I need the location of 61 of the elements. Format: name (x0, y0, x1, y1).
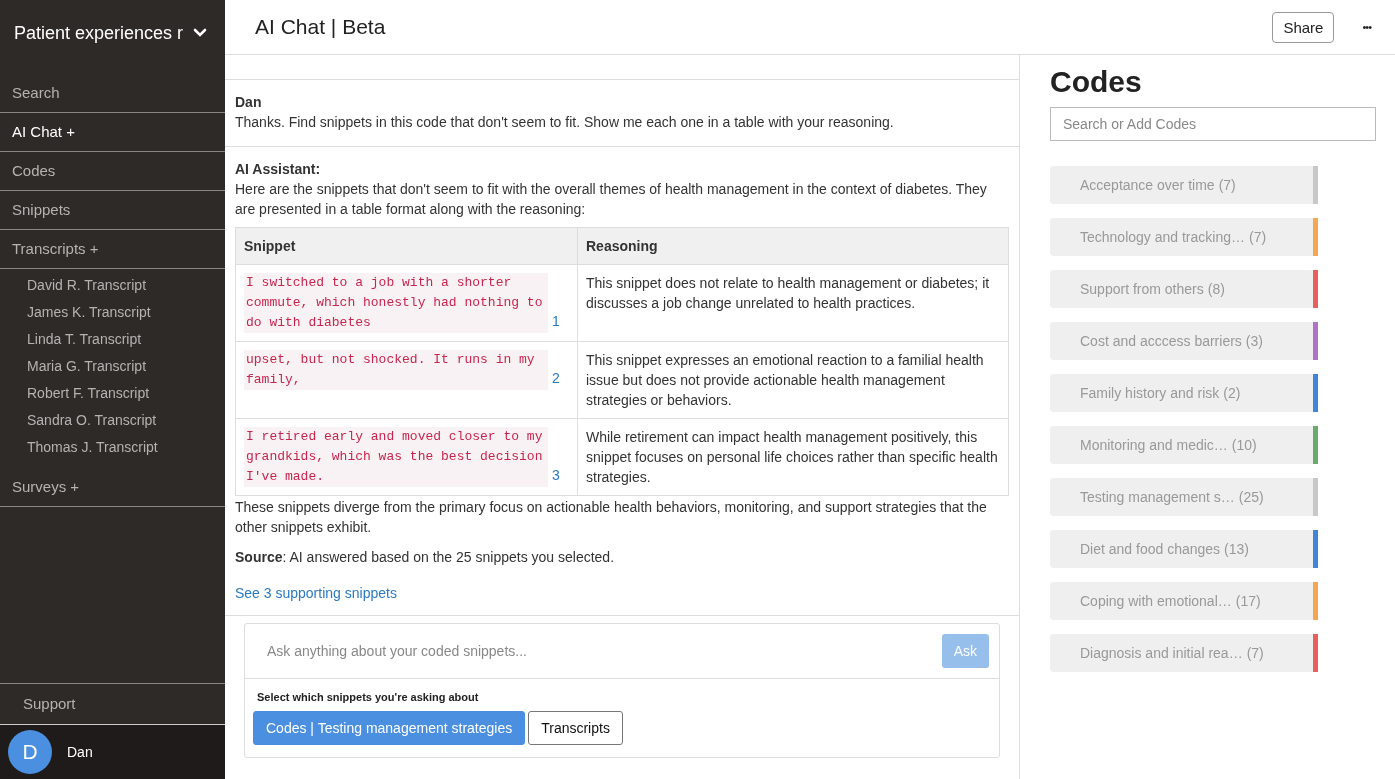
scope-button[interactable]: Transcripts (528, 711, 623, 745)
code-count: (25) (1238, 489, 1265, 505)
message-text: Thanks. Find snippets in this code that don't seem to fit. Show me each one in a table with your reasoning. (235, 113, 895, 132)
panel-title: Codes (1050, 65, 1143, 99)
source-note: Source: AI answered based on the 25 snippets you selected. (235, 548, 616, 567)
user-name: Dan (67, 744, 93, 760)
chevron-down-icon (193, 28, 207, 38)
code-search-field[interactable]: Search or Add Codes (1050, 107, 1376, 141)
page-title: AI Chat | Beta (255, 15, 387, 39)
citation-link[interactable]: 2 (551, 370, 560, 386)
code-label: Cost and acccess barriers (1080, 333, 1242, 349)
nav-item[interactable]: Snippets (0, 191, 225, 230)
reasoning-text: This snippet expresses an emotional reaction to a familial health issue but does not provide actionable health management strategies or behaviors. (586, 352, 984, 408)
message-author: Dan (235, 93, 263, 112)
nav-item[interactable]: Surveys + (0, 468, 225, 507)
supporting-snippets-link[interactable]: See 3 supporting snippets (235, 585, 397, 601)
code-label: Coping with emotional… (1080, 593, 1232, 609)
code-count: (10) (1231, 437, 1258, 453)
transcript-item[interactable]: Thomas J. Transcript (0, 434, 225, 461)
code-label: Testing management s… (1080, 489, 1235, 505)
snippet-quote: I switched to a job with a shorter commute, which honestly had nothing to do with diabetes (244, 273, 548, 333)
share-button[interactable]: Share (1272, 11, 1335, 43)
transcript-item[interactable]: Maria G. Transcript (0, 353, 225, 380)
message-author: AI Assistant: (235, 160, 322, 179)
code-label: Diet and food changes (1080, 541, 1221, 557)
transcript-item[interactable]: Robert F. Transcript (0, 380, 225, 407)
column-header: Reasoning (577, 227, 1009, 265)
citation-link[interactable]: 3 (551, 467, 560, 483)
nav-item[interactable]: Search (0, 74, 225, 113)
transcript-item[interactable]: David R. Transcript (0, 272, 225, 299)
message-text: Here are the snippets that don't seem to fit with the overall themes of health management in the context of diabetes. They are presented in a table format along with the reasoning: (235, 180, 988, 219)
reasoning-text: This snippet does not relate to health management or diabetes; it discusses a job change unrelated to health practices. (586, 275, 990, 311)
project-switcher[interactable]: Patient experiences r (0, 0, 225, 66)
code-count: (7) (1249, 229, 1268, 245)
transcript-item[interactable]: Linda T. Transcript (0, 326, 225, 353)
transcript-item[interactable]: James K. Transcript (0, 299, 225, 326)
code-label: Technology and tracking… (1080, 229, 1245, 245)
message-text: These snippets diverge from the primary focus on actionable health behaviors, monitoring, and support strategies that the other snippets exhibit. (235, 498, 988, 537)
code-count: (7) (1246, 645, 1265, 661)
code-count: (7) (1218, 177, 1237, 193)
reasoning-text: While retirement can impact health management positively, this snippet focuses on personal life choices rather than specific health strategies. (586, 429, 998, 485)
code-count: (13) (1224, 541, 1250, 557)
code-count: (8) (1207, 281, 1226, 297)
transcript-item[interactable]: Sandra O. Transcript (0, 407, 225, 434)
nav-item[interactable]: Transcripts + (0, 230, 225, 269)
more-button[interactable]: ••• (1358, 17, 1375, 37)
code-count: (17) (1235, 593, 1262, 609)
nav-item[interactable]: Codes (0, 152, 225, 191)
code-count: (3) (1245, 333, 1264, 349)
code-label: Diagnosis and initial rea… (1080, 645, 1243, 661)
code-label: Acceptance over time (1080, 177, 1215, 193)
code-label: Monitoring and medic… (1080, 437, 1228, 453)
column-header: Snippet (235, 227, 578, 265)
code-label: Support from others (1080, 281, 1204, 297)
code-label: Family history and risk (1080, 385, 1220, 401)
citation-link[interactable]: 1 (551, 313, 560, 329)
snippet-quote: upset, but not shocked. It runs in my family, (244, 350, 548, 390)
snippet-quote: I retired early and moved closer to my grandkids, which was the best decision I've made. (244, 427, 548, 487)
code-count: (2) (1223, 385, 1242, 401)
scope-label: Select which snippets you're asking about (256, 691, 480, 703)
nav-item[interactable]: AI Chat + (0, 113, 225, 152)
